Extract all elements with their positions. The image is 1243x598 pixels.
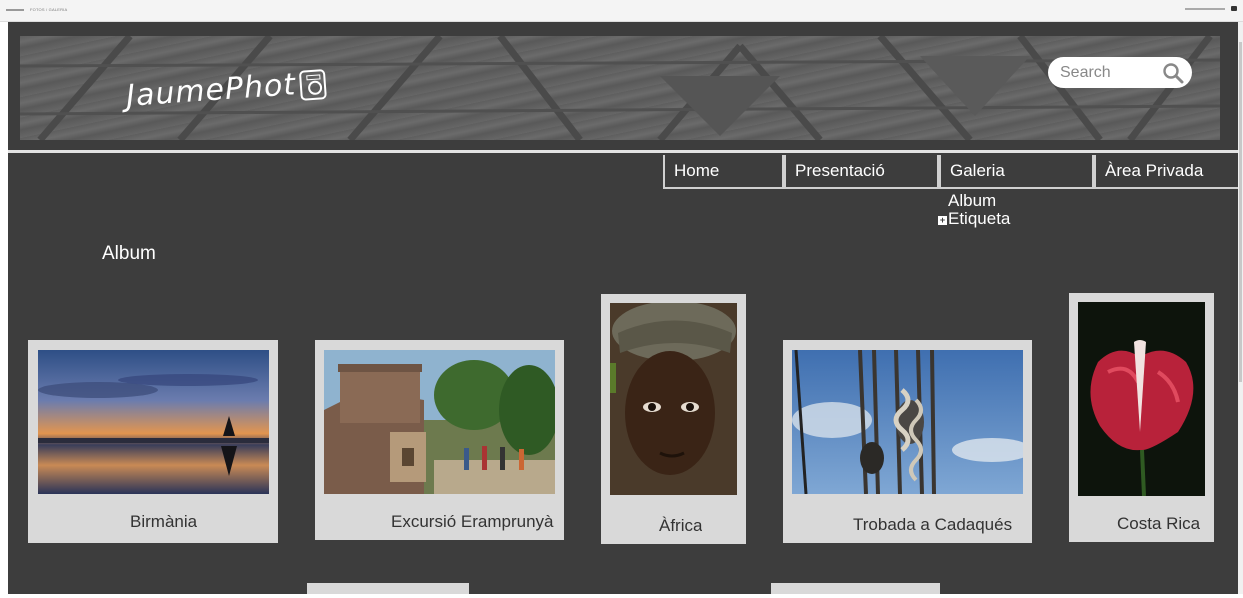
nav-label: Home <box>674 161 720 180</box>
header-divider <box>8 150 1238 153</box>
submenu-label: Etiqueta <box>948 209 1011 228</box>
browser-title: FOTOS / GALERIA <box>6 7 67 12</box>
album-caption[interactable]: Excursió Eramprunyà <box>391 512 564 532</box>
nav-item-home[interactable]: Home <box>663 155 784 189</box>
galeria-submenu: Album + Etiqueta <box>938 192 1010 228</box>
submenu-label: Album <box>948 191 997 210</box>
nav-item-presentacio[interactable]: Presentació <box>784 155 939 189</box>
castle-hike-photo[interactable] <box>324 350 555 494</box>
window-icon[interactable] <box>1231 6 1237 11</box>
album-caption[interactable]: Birmània <box>130 512 197 532</box>
scrollbar-thumb[interactable] <box>1239 42 1242 382</box>
browser-bar: FOTOS / GALERIA <box>0 0 1243 22</box>
album-card-costa-rica[interactable]: Costa Rica <box>1069 293 1214 542</box>
album-card-partial[interactable] <box>307 583 469 594</box>
submenu-item-album[interactable]: Album <box>938 192 1010 210</box>
nav-item-galeria[interactable]: Galeria <box>939 155 1094 189</box>
album-caption[interactable]: Trobada a Cadaqués <box>853 515 1012 535</box>
nav-item-area-privada[interactable]: Àrea Privada <box>1094 155 1238 189</box>
sunset-lake-photo[interactable] <box>38 350 269 494</box>
album-card-partial[interactable] <box>771 583 940 594</box>
child-portrait-photo[interactable] <box>610 303 737 495</box>
browser-url-hint <box>1185 8 1225 10</box>
page-scrollbar[interactable] <box>1238 22 1243 594</box>
album-card-eramprunya[interactable]: Excursió Eramprunyà <box>315 340 564 540</box>
album-card-africa[interactable]: Àfrica <box>601 294 746 544</box>
camera-icon <box>298 68 328 101</box>
site-page: JaumePhot Home Presentació Galeria Àrea … <box>8 22 1238 594</box>
submenu-item-etiqueta[interactable]: + Etiqueta <box>938 210 1010 228</box>
search-icon[interactable] <box>1162 62 1184 84</box>
page-title: Album <box>102 243 156 264</box>
nav-label: Presentació <box>795 161 885 180</box>
nav-label: Galeria <box>950 161 1005 180</box>
red-flower-photo[interactable] <box>1078 302 1205 496</box>
album-card-birmania[interactable]: Birmània <box>28 340 278 543</box>
bottom-edge <box>0 594 1243 598</box>
album-card-cadaques[interactable]: Trobada a Cadaqués <box>783 340 1032 543</box>
expand-plus-icon[interactable]: + <box>938 216 947 225</box>
album-caption[interactable]: Costa Rica <box>1117 514 1200 534</box>
nav-label: Àrea Privada <box>1105 161 1204 180</box>
search-box[interactable] <box>1048 57 1192 88</box>
album-caption[interactable]: Àfrica <box>659 516 702 536</box>
sailing-ropes-photo[interactable] <box>792 350 1023 494</box>
search-input[interactable] <box>1060 61 1152 85</box>
